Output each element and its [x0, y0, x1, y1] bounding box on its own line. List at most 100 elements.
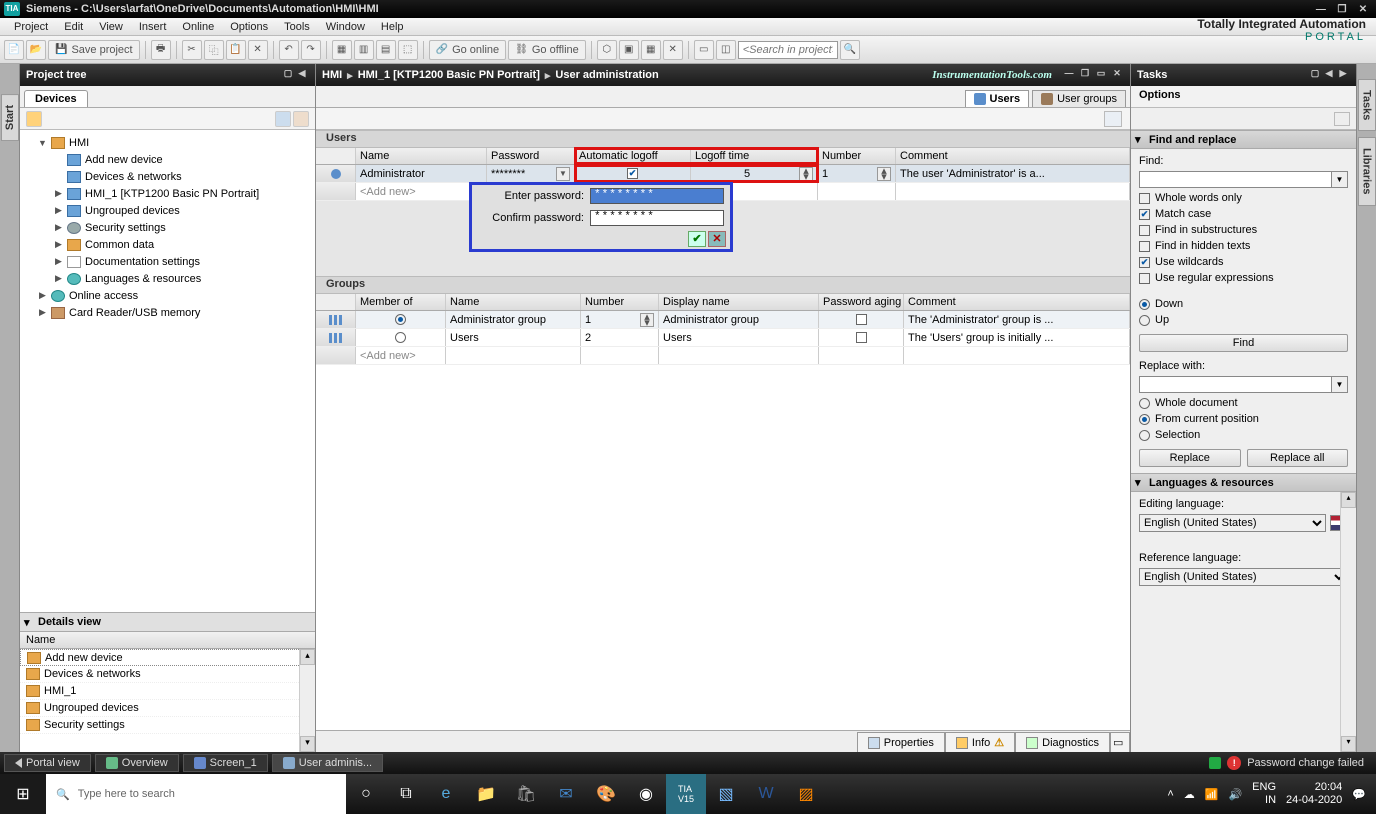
screen1-tab[interactable]: Screen_1 [183, 754, 268, 772]
tia-icon[interactable]: TIAV15 [666, 774, 706, 814]
menu-window[interactable]: Window [318, 21, 373, 33]
tool9-button[interactable]: ▭ [694, 40, 714, 60]
crumb-device[interactable]: HMI_1 [KTP1200 Basic PN Portrait] [358, 69, 540, 81]
restore-button[interactable]: ❐ [1333, 4, 1351, 15]
tree-node[interactable]: ▼HMI [20, 134, 315, 151]
tasks-nav-right-icon[interactable]: ▶ [1336, 68, 1350, 82]
replace-dropdown-icon[interactable]: ▼ [1332, 376, 1348, 393]
find-input[interactable] [1139, 171, 1332, 188]
enter-password-input[interactable]: ******** [590, 188, 724, 204]
tree-node[interactable]: ▶HMI_1 [KTP1200 Basic PN Portrait] [20, 185, 315, 202]
open-project-button[interactable]: 📂 [26, 40, 46, 60]
project-tree[interactable]: ▼HMIAdd new deviceDevices & networks▶HMI… [20, 130, 315, 612]
tool10-button[interactable]: ◫ [716, 40, 736, 60]
tree-node[interactable]: ▶Online access [20, 287, 315, 304]
notifications-icon[interactable]: 💬 [1352, 788, 1366, 801]
tool3-button[interactable]: ▤ [376, 40, 396, 60]
tasks-side-tab[interactable]: Tasks [1358, 79, 1376, 131]
tree-tool-icon[interactable] [26, 111, 42, 127]
member-radio-users[interactable] [395, 332, 406, 343]
replace-button[interactable]: Replace [1139, 449, 1241, 467]
tool1-button[interactable]: ▦ [332, 40, 352, 60]
start-tab[interactable]: Start [1, 94, 19, 141]
password-ok-button[interactable]: ✔ [688, 231, 706, 247]
password-dropdown-icon[interactable]: ▼ [556, 167, 570, 181]
crumb-page[interactable]: User administration [555, 69, 658, 81]
chrome-icon[interactable]: ◉ [626, 774, 666, 814]
gcol-display[interactable]: Display name [659, 294, 819, 310]
minimize-button[interactable]: — [1312, 4, 1330, 15]
go-offline-button[interactable]: ⛓ Go offline [508, 40, 586, 60]
tree-node[interactable]: ▶Card Reader/USB memory [20, 304, 315, 321]
redo-button[interactable]: ↷ [301, 40, 321, 60]
tool2-button[interactable]: ▥ [354, 40, 374, 60]
selection-radio[interactable] [1139, 430, 1150, 441]
libraries-side-tab[interactable]: Libraries [1358, 137, 1376, 205]
users-tab[interactable]: Users [965, 90, 1030, 107]
direction-down-radio[interactable] [1139, 299, 1150, 310]
taskview-icon[interactable]: ⧉ [386, 774, 426, 814]
reference-language-select[interactable]: English (United States) [1139, 568, 1348, 586]
project-search-input[interactable] [738, 41, 838, 59]
menu-edit[interactable]: Edit [56, 21, 91, 33]
undo-button[interactable]: ↶ [279, 40, 299, 60]
tree-node[interactable]: Add new device [20, 151, 315, 168]
wifi-icon[interactable]: 📶 [1205, 788, 1219, 801]
explorer-icon[interactable]: 📁 [466, 774, 506, 814]
user-name-cell[interactable]: Administrator [356, 165, 487, 182]
tree-node[interactable]: ▶Security settings [20, 219, 315, 236]
editing-language-select[interactable]: English (United States) [1139, 514, 1326, 532]
info-tab[interactable]: Info ⚠ [945, 732, 1015, 752]
volume-icon[interactable]: 🔊 [1228, 788, 1242, 801]
replace-all-button[interactable]: Replace all [1247, 449, 1349, 467]
paint-icon[interactable]: 🎨 [586, 774, 626, 814]
col-name[interactable]: Name [356, 148, 487, 164]
col-auto-logoff[interactable]: Automatic logoff [575, 149, 691, 163]
user-admin-tab[interactable]: User adminis... [272, 754, 383, 772]
tree-view1-icon[interactable] [275, 111, 291, 127]
windows-search[interactable]: 🔍Type here to search [46, 774, 346, 814]
editor-max-icon[interactable]: ❐ [1078, 68, 1092, 82]
lang-resources-header[interactable]: ▾Languages & resources [1131, 473, 1356, 492]
user-row-administrator[interactable]: Administrator ********▼ ✔ 5▴▾ 1▴▾ The us… [316, 165, 1130, 183]
app2-icon[interactable]: ▨ [786, 774, 826, 814]
cortana-icon[interactable]: ○ [346, 774, 386, 814]
col-comment[interactable]: Comment [896, 148, 1130, 164]
clock[interactable]: 20:0424-04-2020 [1286, 781, 1342, 807]
user-groups-tab[interactable]: User groups [1032, 90, 1126, 107]
details-row[interactable]: Ungrouped devices [20, 700, 315, 717]
aging-checkbox-admin[interactable] [856, 314, 867, 325]
group-number-spinner[interactable]: ▴▾ [640, 313, 654, 327]
tasks-nav-left-icon[interactable]: ◀ [1322, 68, 1336, 82]
direction-up-radio[interactable] [1139, 315, 1150, 326]
group-row-users[interactable]: Users 2 Users The 'Users' group is initi… [316, 329, 1130, 347]
col-logoff-time[interactable]: Logoff time [691, 149, 817, 163]
onedrive-icon[interactable]: ☁ [1184, 788, 1195, 801]
member-radio-admin[interactable] [395, 314, 406, 325]
word-icon[interactable]: W [746, 774, 786, 814]
crumb-root[interactable]: HMI [322, 69, 342, 81]
group-row-admin[interactable]: Administrator group 1▴▾ Administrator gr… [316, 311, 1130, 329]
whole-words-checkbox[interactable] [1139, 193, 1150, 204]
menu-options[interactable]: Options [222, 21, 276, 33]
edge-icon[interactable]: e [426, 774, 466, 814]
match-case-checkbox[interactable]: ✔ [1139, 209, 1150, 220]
auto-logoff-checkbox[interactable]: ✔ [627, 168, 638, 179]
logoff-time-spinner[interactable]: ▴▾ [799, 167, 813, 181]
details-row[interactable]: HMI_1 [20, 683, 315, 700]
gcol-comment[interactable]: Comment [904, 294, 1130, 310]
tree-view2-icon[interactable] [293, 111, 309, 127]
properties-tab[interactable]: Properties [857, 732, 945, 752]
tree-node[interactable]: Devices & networks [20, 168, 315, 185]
replace-input[interactable] [1139, 376, 1332, 393]
gcol-member[interactable]: Member of [356, 294, 446, 310]
user-password-cell[interactable]: ********▼ [487, 165, 575, 182]
details-row[interactable]: Security settings [20, 717, 315, 734]
print-button[interactable]: 🖶 [151, 40, 171, 60]
find-dropdown-icon[interactable]: ▼ [1332, 171, 1348, 188]
aging-checkbox-users[interactable] [856, 332, 867, 343]
editor-restore-icon[interactable]: ▭ [1094, 68, 1108, 82]
gcol-aging[interactable]: Password aging [819, 294, 904, 310]
find-button[interactable]: Find [1139, 334, 1348, 352]
panel-pin-icon[interactable]: ▢ [281, 68, 295, 82]
